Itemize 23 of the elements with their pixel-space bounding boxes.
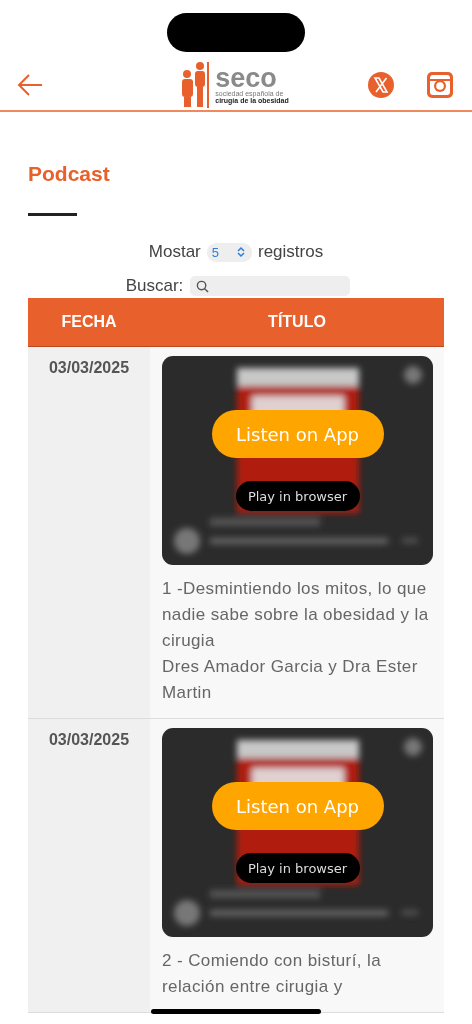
records-label: registros (258, 242, 324, 262)
episode-title: Dres Amador Garcia y Dra Ester Martin (162, 656, 419, 704)
episode-title: 1 -Desmintiendo los mitos, lo que nadie sabe sobre la obesidad y la cirugia (162, 578, 430, 652)
logo-wordmark: seco (215, 66, 277, 90)
instagram-icon[interactable] (426, 71, 454, 99)
show-label: Mostar (148, 242, 201, 262)
listen-on-app-button[interactable]: Listen on App (211, 782, 384, 830)
x-logo-icon[interactable] (367, 71, 395, 99)
search-label: Buscar: (125, 276, 184, 296)
date-cell: 03/03/2025 (48, 359, 130, 377)
play-in-browser-button[interactable]: Play in browser (235, 853, 360, 883)
column-header: TÍTULO (267, 311, 327, 332)
search-icon (196, 279, 210, 293)
search-field[interactable] (190, 276, 351, 296)
page-title: Podcast (28, 161, 111, 187)
column-header: FECHA (60, 312, 118, 332)
play-in-browser-button[interactable]: Play in browser (235, 481, 360, 511)
entries-select[interactable]: 5 (206, 242, 252, 262)
date-cell: 03/03/2025 (48, 731, 130, 749)
episode-title: 2 - Comiendo con bisturí, la relación entre cirugia y (162, 950, 383, 998)
back-arrow-icon[interactable] (17, 74, 43, 96)
up-down-caret-icon (237, 246, 245, 258)
listen-on-app-button[interactable]: Listen on App (211, 410, 384, 458)
